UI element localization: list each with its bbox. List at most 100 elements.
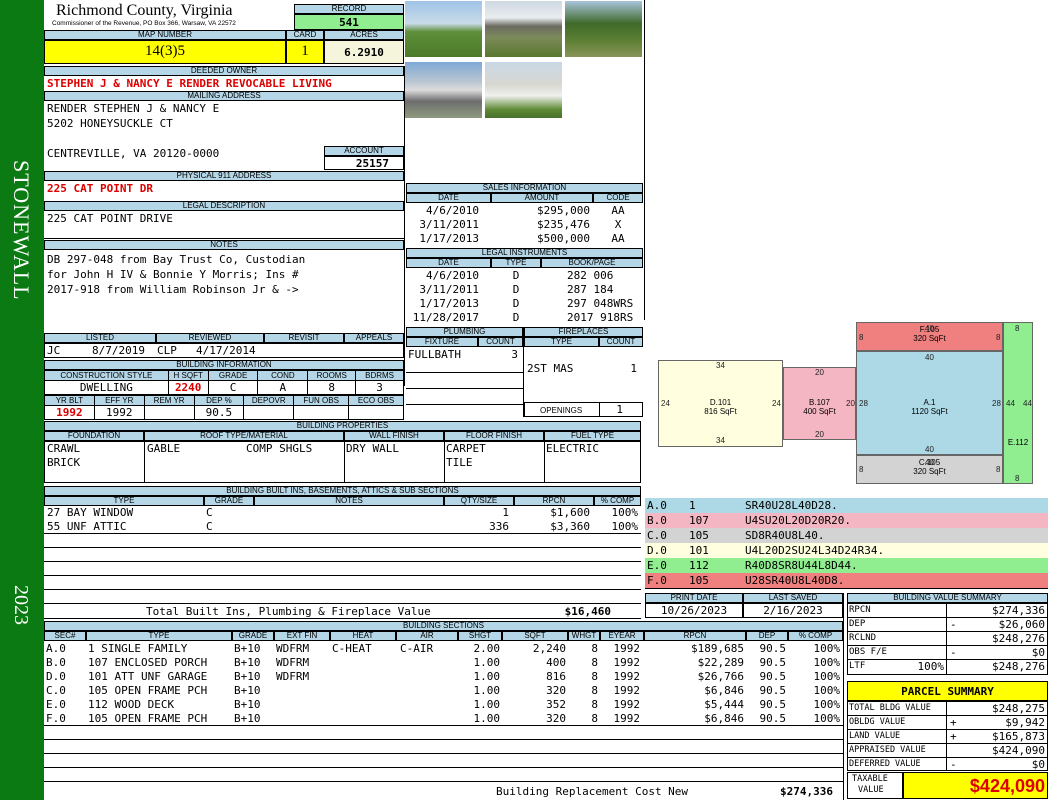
code-number: 1 <box>689 499 696 512</box>
sketch-code-row[interactable]: A.0 1 SR40U28L40D28. <box>645 498 1048 513</box>
floor-header: FLOOR FINISH <box>444 431 544 441</box>
sec-shgt: 1.00 <box>473 698 501 711</box>
sections-header: % COMP <box>788 631 843 641</box>
sec-grade: B+10 <box>234 642 261 655</box>
builtin-grade: C <box>206 520 213 533</box>
bi-header: COND <box>257 370 309 381</box>
effective-year: 1992 <box>93 405 145 420</box>
sec-type: 101 ATT UNF GARAGE <box>88 670 208 683</box>
sketch-shape-d[interactable]: D.101 816 SqFt <box>658 360 783 447</box>
reviewed-date: 4/17/2014 <box>196 344 256 357</box>
divider <box>946 701 947 771</box>
replacement-cost-label: Building Replacement Cost New <box>496 785 689 798</box>
sketch-area: 816 SqFt <box>704 407 737 416</box>
property-photo-5[interactable] <box>484 61 563 119</box>
divider <box>44 561 641 562</box>
sec-grade: B+10 <box>234 712 261 725</box>
mailing-address-label: MAILING ADDRESS <box>44 91 404 101</box>
code-path: U4L20D2SU24L34D24R34. <box>745 544 885 557</box>
divider <box>946 603 947 675</box>
builtins-type-header: TYPE <box>44 496 204 506</box>
sketch-code-row[interactable]: C.0 105 SD8R40U8L40. <box>645 528 1048 543</box>
property-photo-2[interactable] <box>484 0 563 58</box>
sec-eyear: 1992 <box>613 670 641 683</box>
builtin-comp: 100% <box>611 520 639 533</box>
property-photo-4[interactable] <box>404 61 483 119</box>
sec-num: D.0 <box>46 670 66 683</box>
functional-obs <box>293 405 350 420</box>
divider <box>843 593 844 800</box>
sales-code: X <box>614 218 622 231</box>
li-type: D <box>512 311 520 324</box>
dimension-label: 34 <box>716 436 725 445</box>
parcel-summary-title-box: PARCEL SUMMARY <box>847 681 1048 701</box>
code-path: U28SR40U8L40D8. <box>745 574 845 587</box>
by-header: FUN OBS <box>293 395 350 406</box>
builtins-rpcn-header: RPCN <box>514 496 594 506</box>
builtins-qty-header: QTY/SIZE <box>444 496 514 506</box>
legal-description-label: LEGAL DESCRIPTION <box>44 201 404 211</box>
divider <box>44 575 641 576</box>
sketch-code-row[interactable]: D.0 101 U4L20D2SU24L34D24R34. <box>645 543 1048 558</box>
li-date: 4/6/2010 <box>426 269 479 282</box>
divider <box>44 725 843 726</box>
building-years-table: YR BLT EFF YR REM YR DEP % DEPOVR FUN OB… <box>44 395 404 420</box>
ltf-value: $248,276 <box>992 660 1045 673</box>
taxable-value-box: $424,090 <box>903 772 1048 799</box>
by-header: EFF YR <box>93 395 145 406</box>
sections-header: SHGT <box>458 631 502 641</box>
floor-finish-2: TILE <box>446 456 473 469</box>
obldg-value: $9,942 <box>1005 716 1045 729</box>
code-number: 107 <box>689 514 709 527</box>
commissioner-address: Commissioner of the Revenue, PO Box 366,… <box>52 20 236 27</box>
appraised-value: $424,090 <box>992 744 1045 757</box>
divider <box>44 547 641 548</box>
code-path: SD8R40U8L40. <box>745 529 825 542</box>
property-photo-1[interactable] <box>404 0 483 58</box>
account-box: 25157 <box>324 156 404 170</box>
sec-dep: 90.5 <box>759 642 787 655</box>
sections-header: DEP <box>746 631 788 641</box>
builtins-comp-header: % COMP <box>594 496 641 506</box>
li-date: 11/28/2017 <box>412 311 479 324</box>
dimension-label: 28 <box>992 399 1001 408</box>
dimension-label: 34 <box>716 361 725 370</box>
sections-header: RPCN <box>644 631 746 641</box>
sketch-area: 320 SqFt <box>913 334 946 343</box>
sketch-shape-a[interactable]: A.1 1120 SqFt <box>856 351 1003 455</box>
code-section: F.0 <box>647 574 667 587</box>
builtin-type: 55 UNF ATTIC <box>47 520 127 533</box>
code-section: D.0 <box>647 544 667 557</box>
land-sign: + <box>950 730 957 743</box>
obldg-sign: + <box>950 716 957 729</box>
sales-code: AA <box>611 232 625 245</box>
sketch-code-row[interactable]: B.0 107 U4SU20L20D20R20. <box>645 513 1048 528</box>
builtins-grade-header: GRADE <box>204 496 254 506</box>
rclnd-value: $248,276 <box>992 632 1045 645</box>
property-photo-3[interactable] <box>564 0 643 58</box>
map-number-box: 14(3)5 <box>44 40 286 64</box>
sketch-code-row[interactable]: E.0 112 R40D8SR8U44L8D44. <box>645 558 1048 573</box>
code-path: U4SU20L20D20R20. <box>745 514 851 527</box>
sec-num: A.0 <box>46 642 66 655</box>
foundation-2: BRICK <box>47 456 81 469</box>
divider <box>44 533 641 534</box>
deferred-sign: - <box>950 758 957 771</box>
sections-header: WHGT <box>568 631 600 641</box>
builtin-comp: 100% <box>611 506 639 519</box>
li-type: D <box>512 297 520 310</box>
dimension-label: 20 <box>815 368 824 377</box>
code-number: 105 <box>689 574 709 587</box>
li-date: 1/17/2013 <box>419 297 479 310</box>
sections-header: HEAT <box>330 631 396 641</box>
sec-dep: 90.5 <box>759 684 787 697</box>
code-path: SR40U28L40D28. <box>745 499 838 512</box>
rclnd-label: RCLND <box>849 633 877 643</box>
li-book: 2017 918RS <box>567 311 634 324</box>
foundation-header: FOUNDATION <box>44 431 144 441</box>
total-bldg-value: $248,275 <box>992 702 1045 715</box>
sketch-code-row[interactable]: F.0 105 U28SR40U8L40D8. <box>645 573 1048 588</box>
sales-date: 3/11/2011 <box>419 218 479 231</box>
sec-grade: B+10 <box>234 684 261 697</box>
builtins-notes-header: NOTES <box>254 496 444 506</box>
